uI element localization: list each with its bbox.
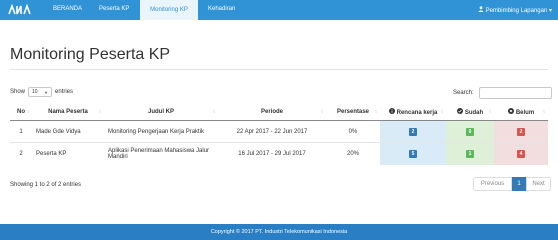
chevron-down-icon: ▼ — [44, 89, 49, 95]
nav-beranda[interactable]: BERANDA — [53, 6, 82, 12]
col-header-judul-kp[interactable]: Judul KP ↑↓ — [104, 104, 218, 121]
nav-monitoring-kp[interactable]: Monitoring KP — [140, 0, 198, 20]
cell-periode: 22 Apr 2017 - 22 Jun 2017 — [218, 120, 326, 143]
x-circle-icon — [507, 108, 514, 116]
top-navbar: BERANDA Peserta KP Monitoring KP Kehadir… — [0, 0, 558, 20]
cell-persentase: 20% — [326, 142, 380, 165]
entries-label: entries — [55, 89, 74, 95]
col-header-rencana-kerja[interactable]: Rencana kerja ↑↓ — [380, 104, 446, 121]
cell-rencana-kerja: 5 — [380, 142, 446, 165]
cell-belum: 2 — [494, 120, 548, 143]
cell-judul-kp: Monitoring Pengerjaan Kerja Praktik — [104, 120, 218, 143]
brand-logo-icon[interactable] — [8, 4, 32, 16]
rencana-kerja-badge[interactable]: 2 — [409, 127, 417, 136]
cell-no: 2 — [10, 142, 32, 165]
pagination-page-1[interactable]: 1 — [512, 177, 526, 191]
copyright-text: Copyright © 2017 PT. Industri Telekomuni… — [210, 229, 348, 235]
col-header-sudah[interactable]: Sudah ↑↓ — [446, 104, 494, 121]
info-circle-icon — [388, 108, 395, 116]
show-label: Show — [10, 89, 26, 95]
col-header-periode[interactable]: Periode ↑↓ — [218, 104, 326, 121]
pagination-next[interactable]: Next — [526, 177, 551, 191]
cell-rencana-kerja: 2 — [380, 120, 446, 143]
col-header-belum[interactable]: Belum ↑↓ — [494, 104, 548, 121]
col-header-no[interactable]: No ↑↓ — [10, 104, 32, 121]
cell-sudah: 1 — [446, 142, 494, 165]
entries-select-value: 10 — [32, 89, 38, 95]
page-title: Monitoring Peserta KP — [10, 46, 171, 63]
footer: Copyright © 2017 PT. Industri Telekomuni… — [0, 224, 558, 240]
cell-persentase: 0% — [326, 120, 380, 143]
title-divider — [10, 69, 548, 70]
cell-judul-kp: Aplikasi Penerimaan Mahasiswa Jalur Mand… — [104, 142, 218, 165]
cell-nama-peserta: Made Gde Vidya — [32, 120, 104, 143]
belum-badge[interactable]: 4 — [517, 149, 525, 158]
chevron-down-icon: ▾ — [548, 8, 552, 14]
col-header-nama-peserta[interactable]: Nama Peserta ↑↓ — [32, 104, 104, 121]
cell-belum: 4 — [494, 142, 548, 165]
table-info: Showing 1 to 2 of 2 entries — [10, 182, 82, 188]
pagination-previous[interactable]: Previous — [473, 177, 512, 191]
cell-sudah: 0 — [446, 120, 494, 143]
rencana-kerja-badge[interactable]: 5 — [409, 149, 417, 158]
sudah-badge[interactable]: 1 — [466, 149, 474, 158]
table-header-row: No ↑↓ Nama Peserta ↑↓ Judul KP ↑↓ Periode ↑↓… — [10, 104, 548, 121]
pagination: Previous 1 Next — [473, 177, 551, 191]
check-circle-icon — [456, 108, 463, 116]
belum-badge[interactable]: 2 — [517, 127, 525, 136]
search-label: Search: — [453, 90, 474, 96]
search-control: Search: — [453, 87, 552, 99]
nav-peserta-kp[interactable]: Peserta KP — [99, 6, 129, 12]
cell-periode: 16 Jul 2017 - 29 Jul 2017 — [218, 142, 326, 165]
table-row[interactable]: 2 Peserta KP Aplikasi Penerimaan Mahasis… — [10, 142, 548, 165]
monitoring-table: No ↑↓ Nama Peserta ↑↓ Judul KP ↑↓ Periode ↑↓… — [10, 104, 548, 165]
user-menu[interactable]: Pembimbing Lapangan ▾ — [478, 6, 552, 14]
entries-length-control: Show 10 ▼ entries — [10, 87, 73, 97]
nav-kehadiran[interactable]: Kehadiran — [208, 6, 235, 12]
table-row[interactable]: 1 Made Gde Vidya Monitoring Pengerjaan K… — [10, 120, 548, 143]
col-header-persentase[interactable]: Persentase ↑↓ — [326, 104, 380, 121]
search-input[interactable] — [478, 87, 552, 99]
user-icon — [478, 6, 485, 14]
sudah-badge[interactable]: 0 — [466, 127, 474, 136]
cell-nama-peserta: Peserta KP — [32, 142, 104, 165]
entries-select[interactable]: 10 ▼ — [28, 87, 53, 97]
user-name: Pembimbing Lapangan — [485, 8, 548, 14]
cell-no: 1 — [10, 120, 32, 143]
